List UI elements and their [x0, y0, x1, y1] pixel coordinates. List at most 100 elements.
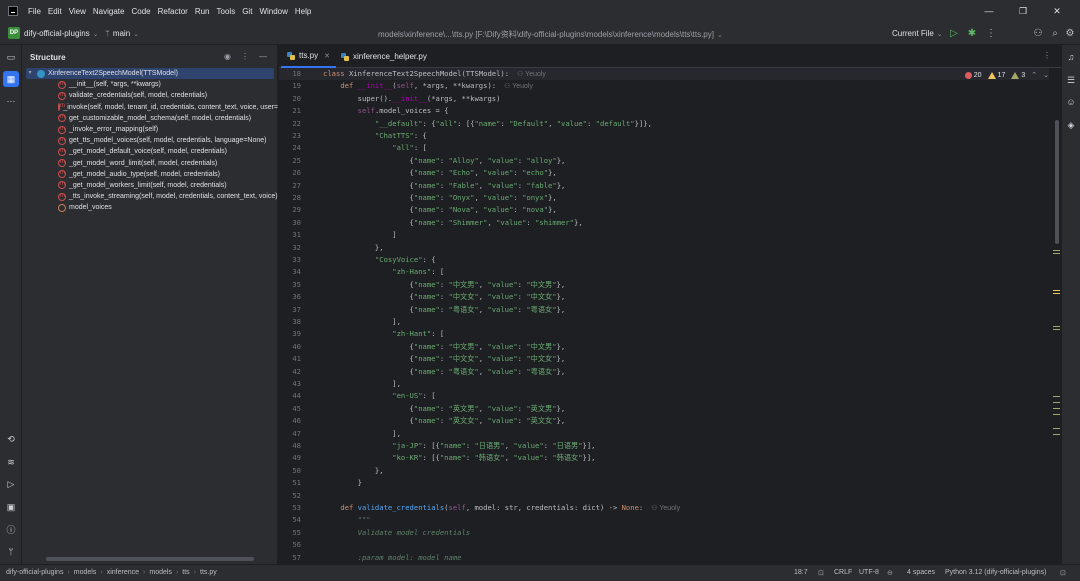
code-line[interactable]: 29 {"name": "Nova", "value": "nova"}, [279, 204, 1049, 216]
code-line[interactable]: 46 {"name": "英文女", "value": "英文女"}, [279, 415, 1049, 427]
readonly-lock-icon[interactable]: ⊡ [818, 569, 824, 577]
more-actions-icon[interactable]: ⋮ [985, 27, 997, 39]
code-line[interactable]: 47 ], [279, 428, 1049, 440]
project-badge[interactable]: DP [8, 27, 20, 39]
code-line[interactable]: 49 "ko-KR": [{"name": "韩语女", "value": "韩… [279, 452, 1049, 464]
tree-item-method[interactable]: _get_model_audio_type(self, model, crede… [22, 168, 278, 180]
code-line[interactable]: 37 {"name": "粤语女", "value": "粤语女"}, [279, 304, 1049, 316]
tree-item-method[interactable]: _invoke_error_mapping(self) [22, 124, 278, 135]
tree-item-method[interactable]: __init__(self, *args, **kwargs) [22, 79, 278, 90]
code-line[interactable]: 52 [279, 490, 1049, 502]
tab-tts-py[interactable]: tts.py ✕ [281, 45, 336, 68]
layers-icon[interactable]: ≋ [5, 456, 17, 468]
readonly-icon[interactable]: ⊖ [887, 569, 893, 577]
code-line[interactable]: 22 "__default": {"all": [{"name": "Defau… [279, 118, 1049, 130]
line-separator[interactable]: CRLF [834, 569, 852, 576]
menu-view[interactable]: View [69, 7, 86, 16]
python-interpreter[interactable]: Python 3.12 (dify-official-plugins) [945, 569, 1046, 576]
warning-marker[interactable] [1053, 402, 1060, 403]
more-tools-icon[interactable]: ⋯ [5, 95, 17, 107]
code-line[interactable]: 32 }, [279, 242, 1049, 254]
database-icon[interactable]: ☰ [1065, 74, 1077, 86]
notifications-icon[interactable]: ♫ [1065, 51, 1077, 63]
code-line[interactable]: 56 [279, 539, 1049, 551]
file-encoding[interactable]: UTF-8 [859, 569, 879, 576]
account-icon[interactable]: ⚇ [1032, 27, 1044, 39]
menu-run[interactable]: Run [195, 7, 210, 16]
code-author-hint[interactable]: ⚇ Yeuoly [504, 83, 533, 90]
warning-marker[interactable] [1053, 329, 1060, 330]
menu-refactor[interactable]: Refactor [158, 7, 188, 16]
code-line[interactable]: 25 {"name": "Alloy", "value": "alloy"}, [279, 155, 1049, 167]
warning-marker[interactable] [1053, 408, 1060, 409]
debug-icon[interactable]: ✱ [966, 27, 978, 39]
code-line[interactable]: 38 ], [279, 316, 1049, 328]
git-icon[interactable]: ᛘ [5, 546, 17, 558]
code-line[interactable]: 18 class XinferenceText2SpeechModel(TTSMo… [279, 68, 1049, 81]
code-line[interactable]: 19 def __init__(self, *args, **kwargs): ⚇… [279, 80, 1049, 92]
breadcrumb-item[interactable]: tts [182, 569, 189, 576]
close-icon[interactable]: ✕ [1040, 0, 1074, 22]
code-line[interactable]: 20 super().__init__(*args, **kwargs) [279, 93, 1049, 105]
code-area[interactable]: 18 class XinferenceText2SpeechModel(TTSMo… [279, 68, 1049, 564]
breadcrumb-item[interactable]: dify-official-plugins [6, 569, 63, 576]
tree-item-method[interactable]: _tts_invoke_streaming(self, model, crede… [22, 191, 278, 202]
menu-window[interactable]: Window [259, 7, 287, 16]
warning-marker[interactable] [1053, 396, 1060, 397]
tree-item-class[interactable]: ▾ XinferenceText2SpeechModel(TTSModel) [26, 68, 274, 80]
code-line[interactable]: 21 self.model_voices = { [279, 105, 1049, 117]
code-line[interactable]: 28 {"name": "Onyx", "value": "onyx"}, [279, 192, 1049, 204]
code-line[interactable]: 55 Validate model credentials [279, 527, 1049, 539]
tab-options-icon[interactable]: ⋮ [1043, 51, 1051, 60]
warning-marker[interactable] [1053, 326, 1060, 327]
ai-assistant-icon[interactable]: ☺ [1065, 96, 1077, 108]
collapse-arrow-icon[interactable]: ▾ [26, 68, 34, 79]
horizontal-scrollbar[interactable] [46, 557, 254, 561]
code-line[interactable]: 45 {"name": "英文男", "value": "英文男"}, [279, 403, 1049, 415]
menu-navigate[interactable]: Navigate [93, 7, 125, 16]
code-line[interactable]: 48 "ja-JP": [{"name": "日语男", "value": "日… [279, 440, 1049, 452]
code-line[interactable]: 39 "zh-Hant": [ [279, 328, 1049, 340]
breadcrumb-item[interactable]: xinference [107, 569, 139, 576]
breadcrumb-item[interactable]: models [149, 569, 172, 576]
app-logo[interactable] [8, 6, 18, 16]
breadcrumb-item[interactable]: tts.py [200, 569, 217, 576]
warning-marker[interactable] [1053, 428, 1060, 429]
code-line[interactable]: 27 {"name": "Fable", "value": "fable"}, [279, 180, 1049, 192]
restore-icon[interactable]: ❐ [1006, 0, 1040, 22]
python-console-icon[interactable]: ◈ [1065, 119, 1077, 131]
branch-selector[interactable]: ᛘ main ⌄ [105, 29, 139, 38]
code-line[interactable]: 23 "ChatTTS": { [279, 130, 1049, 142]
terminal-icon[interactable]: ▣ [5, 501, 17, 513]
tree-item-method[interactable]: get_customizable_model_schema(self, mode… [22, 112, 278, 124]
hide-panel-icon[interactable]: — [259, 52, 267, 61]
warning-marker[interactable] [1053, 293, 1060, 294]
problems-icon[interactable]: ⓘ [5, 523, 17, 535]
menu-code[interactable]: Code [131, 7, 150, 16]
menu-git[interactable]: Git [242, 7, 252, 16]
code-line[interactable]: 31 ] [279, 229, 1049, 241]
code-line[interactable]: 30 {"name": "Shimmer", "value": "shimmer… [279, 217, 1049, 229]
chevron-up-icon[interactable]: ⌃ [1031, 71, 1037, 79]
code-line[interactable]: 44 "en-US": [ [279, 390, 1049, 402]
tree-item-field[interactable]: model_voices [22, 202, 278, 213]
tree-item-method[interactable]: _get_model_word_limit(self, model, crede… [22, 157, 278, 169]
code-author-hint[interactable]: ⚇ Yeuoly [517, 71, 546, 78]
editor-scrollbar[interactable] [1049, 68, 1061, 564]
tree-item-method[interactable]: validate_credentials(self, model, creden… [22, 90, 278, 101]
code-line[interactable]: 54 """ [279, 514, 1049, 526]
python-packages-icon[interactable]: ⟲ [5, 433, 17, 445]
caret-position[interactable]: 18:7 [794, 569, 808, 576]
tab-xinference-helper-py[interactable]: xinference_helper.py [335, 45, 433, 68]
code-line[interactable]: 40 {"name": "中文男", "value": "中文男"}, [279, 341, 1049, 353]
code-line[interactable]: 42 {"name": "粤语女", "value": "粤语女"}, [279, 366, 1049, 378]
code-line[interactable]: 53 def validate_credentials(self, model:… [279, 502, 1049, 514]
minimize-icon[interactable]: — [972, 0, 1006, 22]
menu-file[interactable]: File [28, 7, 41, 16]
code-line[interactable]: 26 {"name": "Echo", "value": "echo"}, [279, 167, 1049, 179]
warning-marker[interactable] [1053, 290, 1060, 291]
inspection-widget[interactable]: 20 17 3 ⌃ ⌄ [964, 71, 1049, 79]
tree-item-method[interactable]: _get_model_default_voice(self, model, cr… [22, 146, 278, 157]
run-tool-icon[interactable]: ▷ [5, 478, 17, 490]
run-config-selector[interactable]: Current File ⌄ [892, 29, 943, 38]
